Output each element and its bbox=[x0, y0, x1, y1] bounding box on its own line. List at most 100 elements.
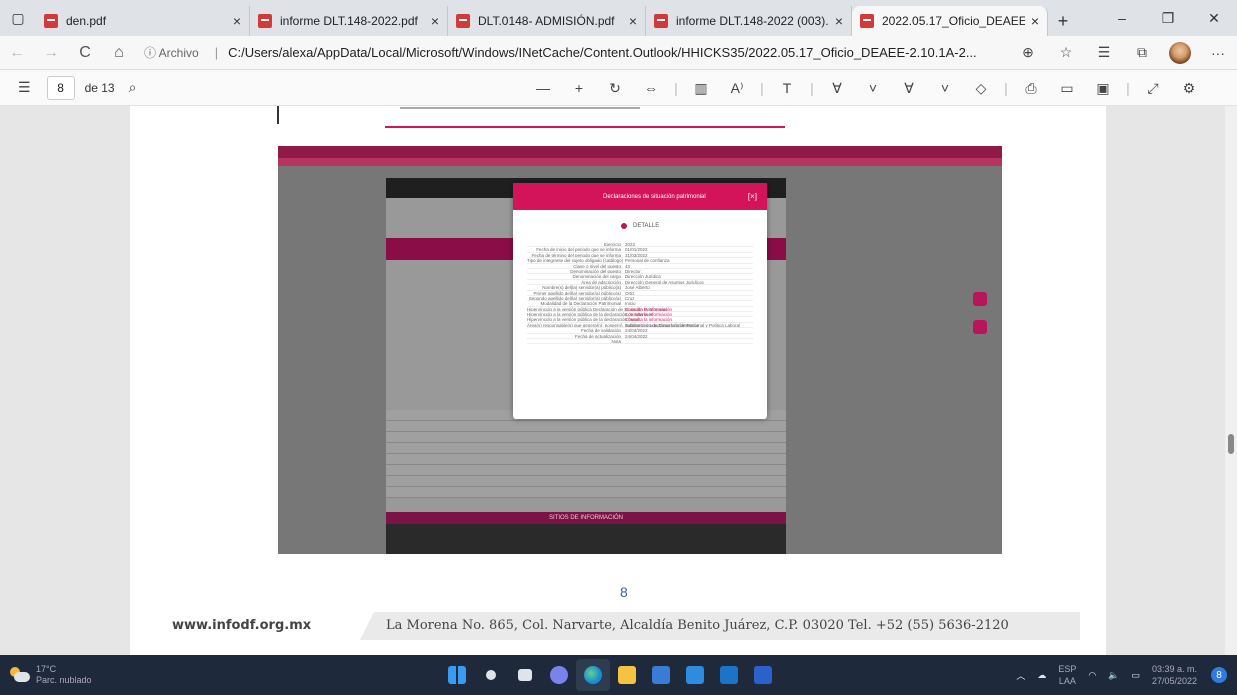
url-text: C:/Users/alexa/AppData/Local/Microsoft/W… bbox=[228, 45, 977, 60]
toolbar-divider: | bbox=[1126, 80, 1130, 96]
fullscreen-icon[interactable]: ⤢ bbox=[1135, 80, 1171, 97]
language-indicator[interactable]: ESP LAA bbox=[1058, 663, 1076, 687]
save-icon[interactable]: ▭ bbox=[1049, 80, 1085, 97]
outlook-button[interactable] bbox=[712, 659, 746, 691]
word-button[interactable] bbox=[746, 659, 780, 691]
detail-value: 24/04/2022 bbox=[625, 333, 648, 339]
tab-close-button[interactable]: × bbox=[431, 13, 439, 29]
tab-informe-dlt[interactable]: informe DLT.148-2022.pdf × bbox=[250, 6, 448, 36]
cloud-icon[interactable]: ☁ bbox=[1037, 670, 1046, 681]
minimize-button[interactable]: – bbox=[1099, 0, 1145, 36]
highlight-dropdown-icon[interactable]: ˅ bbox=[927, 80, 963, 96]
forward-button[interactable]: → bbox=[34, 36, 68, 70]
store-button[interactable] bbox=[644, 659, 678, 691]
embedded-side-icons bbox=[973, 292, 987, 348]
tab-close-button[interactable]: × bbox=[233, 13, 241, 29]
pdf-tools: — + ↻ ⇔ | ▥ A⁾ | T | ∀ ˅ ∀ ˅ ◇ | ⎙ ▭ ▣ |… bbox=[525, 70, 1207, 106]
app-l-icon bbox=[686, 666, 704, 684]
tab-close-button[interactable]: × bbox=[835, 13, 843, 29]
fit-page-icon[interactable]: ⇔ bbox=[633, 80, 669, 96]
scrollbar-thumb[interactable] bbox=[1228, 434, 1234, 454]
print-icon[interactable]: ⎙ bbox=[1013, 80, 1049, 97]
detail-key: Denominación del puesto bbox=[570, 268, 621, 274]
embedded-side-icon bbox=[973, 292, 987, 306]
tab-oficio-active[interactable]: 2022.05.17_Oficio_DEAEE-2.1 × bbox=[852, 6, 1048, 36]
detail-value: 31/03/2022 bbox=[625, 252, 648, 258]
reload-button[interactable]: C bbox=[68, 36, 102, 70]
clock[interactable]: 03:39 a. m. 27/05/2022 bbox=[1152, 663, 1197, 687]
weather-widget[interactable]: 17°C Parc. nublado bbox=[8, 659, 128, 691]
chat-button[interactable] bbox=[542, 659, 576, 691]
read-aloud-icon[interactable]: A⁾ bbox=[719, 80, 755, 97]
page-view-icon[interactable]: ▥ bbox=[683, 80, 719, 97]
tab-admision[interactable]: DLT.0148- ADMISIÓN.pdf × bbox=[448, 6, 646, 36]
favorites-icon[interactable]: ☰ bbox=[1085, 44, 1123, 61]
task-view-button[interactable] bbox=[508, 659, 542, 691]
rotate-icon[interactable]: ↻ bbox=[597, 80, 633, 97]
notification-badge[interactable]: 8 bbox=[1211, 667, 1227, 683]
zoom-in-button[interactable]: + bbox=[561, 80, 597, 96]
tab-close-button[interactable]: × bbox=[1031, 13, 1039, 29]
search-icon bbox=[486, 670, 496, 680]
draw-dropdown-icon[interactable]: ˅ bbox=[855, 80, 891, 96]
edge-button[interactable] bbox=[576, 659, 610, 691]
new-tab-button[interactable]: + bbox=[1048, 6, 1078, 36]
save-as-icon[interactable]: ▣ bbox=[1085, 80, 1121, 97]
embedded-detail: DETALLE bbox=[513, 216, 767, 236]
page-number-input[interactable]: 8 bbox=[46, 75, 75, 100]
add-text-icon[interactable]: T bbox=[769, 80, 805, 96]
url-separator: | bbox=[214, 45, 219, 60]
detail-key: Área de adscripción bbox=[581, 279, 621, 285]
collections-icon[interactable]: ⧉ bbox=[1123, 44, 1161, 61]
back-button[interactable]: ← bbox=[0, 36, 34, 70]
tab-actions-icon: ▢ bbox=[11, 9, 25, 26]
battery-icon[interactable]: ▭ bbox=[1131, 670, 1140, 681]
more-menu-icon[interactable]: ··· bbox=[1199, 45, 1237, 61]
page-number: 8 bbox=[620, 584, 628, 600]
detail-value: Subdirección de Desarrollo de Personal y… bbox=[625, 322, 741, 328]
start-button[interactable] bbox=[440, 659, 474, 691]
erase-icon[interactable]: ◇ bbox=[963, 80, 999, 97]
draw-icon[interactable]: ∀ bbox=[819, 80, 855, 97]
embedded-table bbox=[386, 410, 786, 498]
home-button[interactable]: ⌂ bbox=[102, 36, 136, 70]
file-explorer-button[interactable] bbox=[610, 659, 644, 691]
close-window-button[interactable]: ✕ bbox=[1191, 0, 1237, 36]
volume-icon[interactable]: 🔈 bbox=[1108, 670, 1119, 681]
tab-informe-003[interactable]: informe DLT.148-2022 (003). × bbox=[646, 6, 852, 36]
table-row bbox=[386, 476, 786, 487]
detail-key: Primer apellido del(la) servidor(a) públ… bbox=[533, 290, 621, 296]
chevron-up-icon[interactable]: ︿ bbox=[1016, 669, 1025, 682]
url-field[interactable]: ⓘ Archivo | C:/Users/alexa/AppData/Local… bbox=[144, 44, 1009, 61]
pdf-viewer[interactable]: SITIOS DE INFORMACIÓN Declaraciones de s… bbox=[0, 106, 1237, 655]
pdf-icon bbox=[44, 14, 58, 28]
profile-avatar[interactable] bbox=[1169, 41, 1191, 64]
embedded-modal-header: Declaraciones de situación patrimonial [… bbox=[513, 183, 767, 210]
detail-key: Hipervínculo a la versión pública Declar… bbox=[527, 306, 667, 312]
zoom-out-button[interactable]: — bbox=[525, 80, 561, 96]
detail-value: José Alberto bbox=[625, 285, 650, 291]
contents-icon[interactable]: ☰ bbox=[18, 79, 31, 96]
tab-actions-button[interactable]: ▢ bbox=[0, 0, 36, 36]
restore-button[interactable]: ❐ bbox=[1145, 0, 1191, 36]
search-icon[interactable]: ⌕ bbox=[129, 79, 137, 96]
detail-value: Consulta la información bbox=[625, 317, 673, 323]
search-button[interactable] bbox=[474, 659, 508, 691]
pdf-toolbar: ☰ 8 de 13 ⌕ — + ↻ ⇔ | ▥ A⁾ | T | ∀ ˅ ∀ ˅… bbox=[0, 70, 1237, 106]
zoom-icon[interactable]: ⊕ bbox=[1009, 44, 1047, 61]
vertical-scrollbar[interactable] bbox=[1225, 106, 1237, 655]
page-count-label: de 13 bbox=[84, 80, 115, 95]
detail-key: Segundo apellido del(la) servidor(a) púb… bbox=[528, 295, 621, 301]
tab-close-button[interactable]: × bbox=[629, 13, 637, 29]
highlight-icon[interactable]: ∀ bbox=[891, 80, 927, 97]
add-favorite-icon[interactable]: ☆ bbox=[1047, 44, 1085, 61]
tab-den-pdf[interactable]: den.pdf × bbox=[36, 6, 250, 36]
wifi-icon[interactable]: ◠ bbox=[1088, 670, 1096, 681]
settings-icon[interactable]: ⚙ bbox=[1171, 80, 1207, 97]
tab-title: informe DLT.148-2022 (003). bbox=[676, 14, 829, 28]
app-l-button[interactable] bbox=[678, 659, 712, 691]
site-info-label[interactable]: ⓘ Archivo bbox=[144, 44, 199, 61]
table-row bbox=[386, 432, 786, 443]
detail-key: Denominación del cargo bbox=[572, 274, 621, 280]
detail-value: Dirección Jurídica bbox=[625, 274, 661, 280]
